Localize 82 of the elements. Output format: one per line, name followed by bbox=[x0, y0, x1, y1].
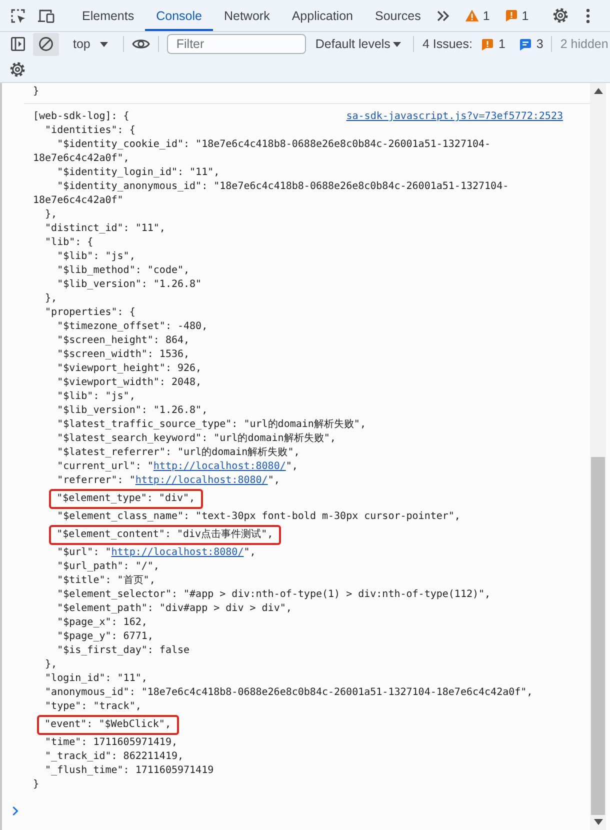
log-line: }, bbox=[45, 209, 58, 220]
log-line: "$screen_height": 864, bbox=[57, 335, 190, 346]
hidden-count: 2 hidden bbox=[560, 37, 608, 51]
url-link[interactable]: http://localhost:8080/ bbox=[153, 461, 286, 472]
log-line: "_flush_time": 1711605971419 bbox=[45, 765, 214, 776]
url-link[interactable]: http://localhost:8080/ bbox=[111, 547, 244, 558]
log-line: "$lib_version": "1.26.8", bbox=[57, 405, 208, 416]
tab[interactable]: Elements bbox=[71, 0, 146, 31]
log-line: "time": 1711605971419, bbox=[45, 737, 178, 748]
source-link[interactable]: sa-sdk-javascript.js?v=73ef5772:2523 bbox=[346, 110, 563, 124]
log-line: "event": "$WebClick", bbox=[44, 719, 171, 730]
eye-icon[interactable] bbox=[132, 38, 150, 50]
issues-button[interactable]: 4 Issues: 1 3 bbox=[422, 37, 544, 51]
issue-count-button[interactable]: 1 bbox=[504, 8, 529, 22]
log-line: "$page_x": 162, bbox=[57, 617, 148, 628]
log-line: } bbox=[33, 779, 40, 790]
log-line: "$title": "首页", bbox=[57, 575, 156, 586]
log-line: "referrer": "http://localhost:8080/", bbox=[57, 475, 280, 486]
inspect-icon[interactable] bbox=[10, 8, 26, 24]
scrollbar[interactable] bbox=[590, 83, 606, 830]
warning-icon bbox=[464, 9, 479, 22]
log-line: "type": "track", bbox=[45, 701, 142, 712]
log-line: "$element_content": "div点击事件测试", bbox=[56, 529, 274, 540]
log-line: "lib": { bbox=[45, 237, 94, 248]
log-line: "$lib_method": "code", bbox=[57, 265, 190, 276]
log-line: "$timezone_offset": -480, bbox=[57, 321, 208, 332]
log-line: "login_id": "11", bbox=[45, 673, 148, 684]
log-line: }, bbox=[45, 659, 58, 670]
log-line: "$latest_traffic_source_type": "url的domain解析失败", bbox=[57, 419, 366, 430]
context-dropdown[interactable]: top bbox=[69, 37, 112, 51]
log-line: [web-sdk-log]: { bbox=[33, 111, 130, 122]
log-line: "$identity_cookie_id": "18e7e6c4c418b8-0688e26e8c0b84c-26001a51-1327104-18e7e6c4c42a0f", bbox=[33, 139, 491, 164]
log-line: "$lib": "js", bbox=[57, 391, 136, 402]
log-line: "$identity_anonymous_id": "18e7e6c4c418b8-0688e26e8c0b84c-26001a51-1327104-18e7e6c4c42a0f" bbox=[33, 181, 509, 206]
scroll-up-icon[interactable] bbox=[594, 88, 602, 94]
scroll-down-icon[interactable] bbox=[594, 819, 602, 825]
log-line: "distinct_id": "11", bbox=[45, 223, 166, 234]
more-tabs-icon[interactable] bbox=[436, 10, 450, 22]
log-line: "$screen_width": 1536, bbox=[57, 349, 190, 360]
caret-icon bbox=[393, 42, 402, 46]
log-line: "$url_path": "/", bbox=[57, 561, 160, 572]
warning-count-button[interactable]: 1 bbox=[464, 8, 490, 22]
issue-icon bbox=[481, 38, 494, 50]
log-line: "$latest_referrer": "url的domain解析失败", bbox=[57, 447, 300, 458]
log-line: } bbox=[33, 86, 40, 97]
log-line: "$lib": "js", bbox=[57, 251, 136, 262]
device-icon[interactable] bbox=[37, 8, 55, 24]
levels-dropdown[interactable]: Default levels bbox=[311, 37, 406, 51]
log-line: "$lib_version": "1.26.8" bbox=[57, 279, 202, 290]
clear-icon bbox=[38, 36, 54, 52]
caret-icon bbox=[100, 42, 108, 46]
tab[interactable]: Sources bbox=[364, 0, 432, 31]
sidebar-icon[interactable] bbox=[10, 36, 26, 52]
log-line: "$page_y": 6771, bbox=[57, 631, 154, 642]
log-line: "$is_first_day": false bbox=[57, 645, 190, 656]
log-line: "$element_selector": "#app > div:nth-of-type(1) > div:nth-of-type(112)", bbox=[57, 589, 491, 600]
log-line: "current_url": "http://localhost:8080/", bbox=[57, 461, 298, 472]
message-icon bbox=[519, 38, 532, 50]
log-line: "properties": { bbox=[45, 307, 136, 318]
settings-icon[interactable] bbox=[552, 7, 569, 24]
log-line: "$viewport_width": 2048, bbox=[57, 377, 202, 388]
tab[interactable]: Network bbox=[212, 0, 281, 31]
log-line: "$url": "http://localhost:8080/", bbox=[57, 547, 256, 558]
log-line: "$identity_login_id": "11", bbox=[57, 167, 220, 178]
more-options-icon[interactable] bbox=[586, 8, 590, 24]
log-line: "$viewport_height": 926, bbox=[57, 363, 202, 374]
clear-console-button[interactable] bbox=[33, 32, 59, 56]
log-line: "$element_class_name": "text-30px font-bold m-30px cursor-pointer", bbox=[57, 511, 460, 522]
log-line: "identities": { bbox=[45, 125, 136, 136]
log-line: "anonymous_id": "18e7e6c4c418b8-0688e26e8c0b84c-26001a51-1327104-18e7e6c4c42a0f", bbox=[45, 687, 533, 698]
scrollbar-thumb[interactable] bbox=[591, 457, 605, 815]
log-line: "$latest_search_keyword": "url的domain解析失败", bbox=[57, 433, 336, 444]
log-line: }, bbox=[45, 293, 58, 304]
tab[interactable]: Application bbox=[280, 0, 364, 31]
url-link[interactable]: http://localhost:8080/ bbox=[135, 475, 268, 486]
prompt-icon bbox=[12, 806, 19, 816]
log-line: "_track_id": 862211419, bbox=[45, 751, 184, 762]
filter-field[interactable]: Filter bbox=[167, 34, 306, 54]
log-line: "$element_type": "div", bbox=[56, 493, 196, 504]
log-line: "$element_path": "div#app > div > div", bbox=[57, 603, 292, 614]
issue-icon bbox=[504, 9, 518, 22]
settings-icon[interactable] bbox=[9, 60, 26, 78]
